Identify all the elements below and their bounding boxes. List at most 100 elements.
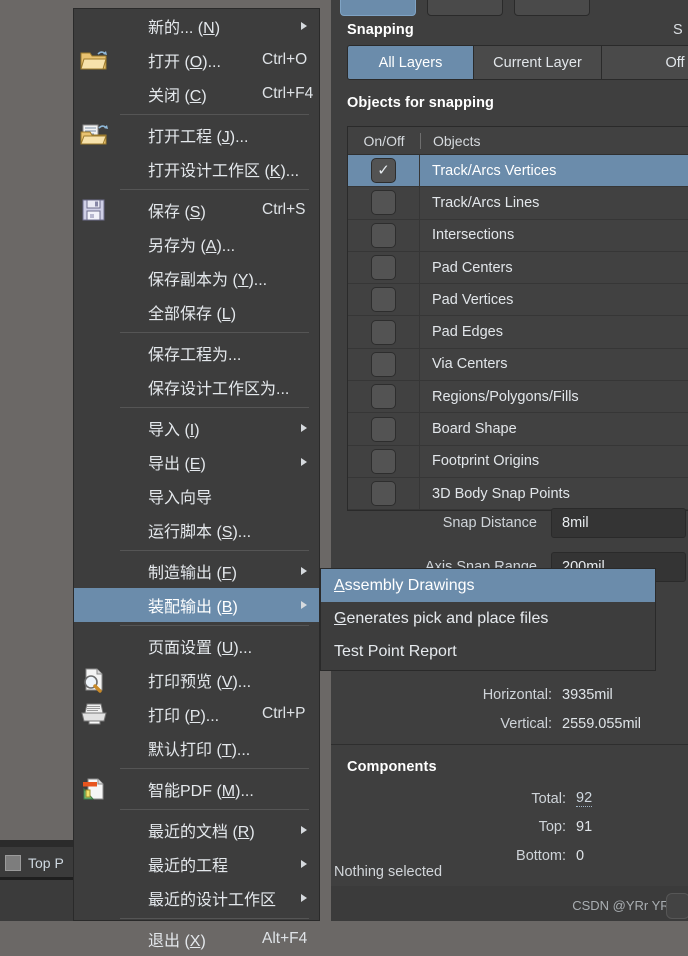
table-row[interactable]: Track/Arcs Lines bbox=[348, 187, 688, 220]
corner-button[interactable] bbox=[666, 893, 688, 919]
layer-color-swatch bbox=[5, 855, 21, 871]
menu-item-17[interactable]: 页面设置 (U)... bbox=[74, 629, 319, 663]
menu-item-8[interactable]: 全部保存 (L) bbox=[74, 295, 319, 329]
components-top-row: Top: 91 bbox=[470, 819, 593, 835]
menu-item-11[interactable]: 导入 (I) bbox=[74, 411, 319, 445]
components-top-label: Top: bbox=[538, 819, 566, 835]
menu-item-22[interactable]: 最近的文档 (R) bbox=[74, 813, 319, 847]
menu-item-14[interactable]: 运行脚本 (S)... bbox=[74, 513, 319, 547]
menu-item-label: 页面设置 (U)... bbox=[148, 640, 253, 657]
row-checkbox-cell[interactable] bbox=[348, 251, 420, 284]
menu-item-13[interactable]: 导入向导 bbox=[74, 479, 319, 513]
menu-item-25[interactable]: 退出 (X) Alt+F4 bbox=[74, 922, 319, 956]
smart-pdf-icon bbox=[79, 776, 109, 802]
menu-item-23[interactable]: 最近的工程 bbox=[74, 847, 319, 881]
menu-item-19[interactable]: 打印 (P)... Ctrl+P bbox=[74, 697, 319, 731]
submenu-arrow-icon bbox=[301, 424, 307, 432]
menu-item-5[interactable]: 保存 (S) Ctrl+S bbox=[74, 193, 319, 227]
row-label: Board Shape bbox=[432, 421, 517, 438]
table-header-row: On/Off Objects bbox=[348, 127, 688, 155]
panel-tab-2[interactable] bbox=[427, 0, 503, 16]
board-vertical-label: Vertical: bbox=[500, 716, 552, 732]
row-checkbox-cell[interactable] bbox=[348, 413, 420, 445]
checkbox-unchecked-icon[interactable] bbox=[371, 287, 396, 313]
menu-item-label: 关闭 (C) bbox=[148, 88, 207, 105]
snap-mode-current-layer[interactable]: Current Layer bbox=[474, 46, 602, 79]
submenu-arrow-icon bbox=[301, 567, 307, 575]
row-checkbox-cell[interactable] bbox=[348, 284, 420, 316]
menu-item-label: 打开工程 (J)... bbox=[148, 129, 249, 146]
checkbox-unchecked-icon[interactable] bbox=[371, 384, 396, 410]
menu-item-10[interactable]: 保存设计工作区为... bbox=[74, 370, 319, 404]
row-checkbox-cell[interactable] bbox=[348, 477, 420, 510]
menu-item-20[interactable]: 默认打印 (T)... bbox=[74, 731, 319, 765]
menu-item-4[interactable]: 打开设计工作区 (K)... bbox=[74, 152, 319, 186]
row-checkbox-cell[interactable] bbox=[348, 348, 420, 381]
table-row[interactable]: 3D Body Snap Points bbox=[348, 477, 688, 511]
board-vertical-row: Vertical: 2559.055mil bbox=[440, 716, 641, 732]
menu-item-label: 打印预览 (V)... bbox=[148, 674, 252, 691]
menu-item-6[interactable]: 另存为 (A)... bbox=[74, 227, 319, 261]
menu-item-0[interactable]: 新的... (N) bbox=[74, 9, 319, 43]
menu-item-label: 保存工程为... bbox=[148, 347, 242, 364]
layer-tab-top-paste[interactable]: Top P bbox=[0, 849, 78, 877]
menu-separator bbox=[120, 114, 309, 115]
panel-tab-3[interactable] bbox=[514, 0, 590, 16]
table-row[interactable]: Footprint Origins bbox=[348, 445, 688, 478]
table-row[interactable]: Pad Edges bbox=[348, 316, 688, 349]
table-row[interactable]: Pad Vertices bbox=[348, 284, 688, 317]
row-checkbox-cell[interactable] bbox=[348, 445, 420, 477]
printer-icon bbox=[79, 701, 109, 727]
checkbox-checked-icon[interactable]: ✓ bbox=[371, 158, 396, 184]
snap-distance-input[interactable]: 8mil bbox=[551, 508, 686, 538]
components-total-row: Total: 92 bbox=[470, 790, 593, 807]
table-row[interactable]: Board Shape bbox=[348, 413, 688, 446]
menu-item-15[interactable]: 制造输出 (F) bbox=[74, 554, 319, 588]
submenu-arrow-icon bbox=[301, 22, 307, 30]
checkbox-unchecked-icon[interactable] bbox=[371, 255, 396, 281]
checkbox-unchecked-icon[interactable] bbox=[371, 190, 396, 216]
menu-item-16[interactable]: 装配输出 (B) bbox=[74, 588, 319, 622]
submenu-item-2[interactable]: Test Point Report bbox=[321, 635, 655, 668]
table-row[interactable]: ✓ Track/Arcs Vertices bbox=[348, 155, 688, 188]
checkbox-unchecked-icon[interactable] bbox=[371, 351, 396, 377]
checkbox-unchecked-icon[interactable] bbox=[371, 481, 396, 507]
menu-item-7[interactable]: 保存副本为 (Y)... bbox=[74, 261, 319, 295]
checkbox-unchecked-icon[interactable] bbox=[371, 416, 396, 442]
components-total-value[interactable]: 92 bbox=[576, 790, 593, 807]
snap-mode-all-layers[interactable]: All Layers bbox=[348, 46, 474, 79]
menu-item-24[interactable]: 最近的设计工作区 bbox=[74, 881, 319, 915]
row-checkbox-cell[interactable]: ✓ bbox=[348, 155, 420, 187]
submenu-item-1[interactable]: Generates pick and place files bbox=[321, 602, 655, 635]
objects-for-snapping-title: Objects for snapping bbox=[347, 95, 495, 111]
menu-item-label: 装配输出 (B) bbox=[148, 599, 238, 616]
row-checkbox-cell[interactable] bbox=[348, 381, 420, 413]
menu-item-label: 保存 (S) bbox=[148, 204, 206, 221]
row-checkbox-cell[interactable] bbox=[348, 219, 420, 251]
table-row[interactable]: Pad Centers bbox=[348, 251, 688, 285]
checkbox-unchecked-icon[interactable] bbox=[371, 448, 396, 474]
menu-item-12[interactable]: 导出 (E) bbox=[74, 445, 319, 479]
checkbox-unchecked-icon[interactable] bbox=[371, 319, 396, 345]
menu-item-9[interactable]: 保存工程为... bbox=[74, 336, 319, 370]
snap-mode-off[interactable]: Off bbox=[602, 46, 688, 79]
menu-item-1[interactable]: 打开 (O)... Ctrl+O bbox=[74, 43, 319, 77]
row-checkbox-cell[interactable] bbox=[348, 316, 420, 348]
table-body: ✓ Track/Arcs Vertices Track/Arcs Lines Inte… bbox=[348, 155, 688, 511]
table-row[interactable]: Regions/Polygons/Fills bbox=[348, 381, 688, 414]
table-row[interactable]: Intersections bbox=[348, 219, 688, 252]
row-label: Pad Centers bbox=[432, 259, 513, 276]
menu-item-3[interactable]: 打开工程 (J)... bbox=[74, 118, 319, 152]
submenu-item-0[interactable]: Assembly Drawings bbox=[321, 569, 655, 602]
menu-item-18[interactable]: 打印预览 (V)... bbox=[74, 663, 319, 697]
row-checkbox-cell[interactable] bbox=[348, 187, 420, 219]
table-row[interactable]: Via Centers bbox=[348, 348, 688, 382]
menu-item-2[interactable]: 关闭 (C) Ctrl+F4 bbox=[74, 77, 319, 111]
panel-tab-1[interactable] bbox=[340, 0, 416, 16]
submenu-arrow-icon bbox=[301, 601, 307, 609]
menu-item-label: 最近的设计工作区 bbox=[148, 892, 277, 909]
menu-item-label: 全部保存 (L) bbox=[148, 306, 237, 323]
checkbox-unchecked-icon[interactable] bbox=[371, 222, 396, 248]
components-top-value: 91 bbox=[576, 819, 593, 835]
menu-item-21[interactable]: 智能PDF (M)... bbox=[74, 772, 319, 806]
